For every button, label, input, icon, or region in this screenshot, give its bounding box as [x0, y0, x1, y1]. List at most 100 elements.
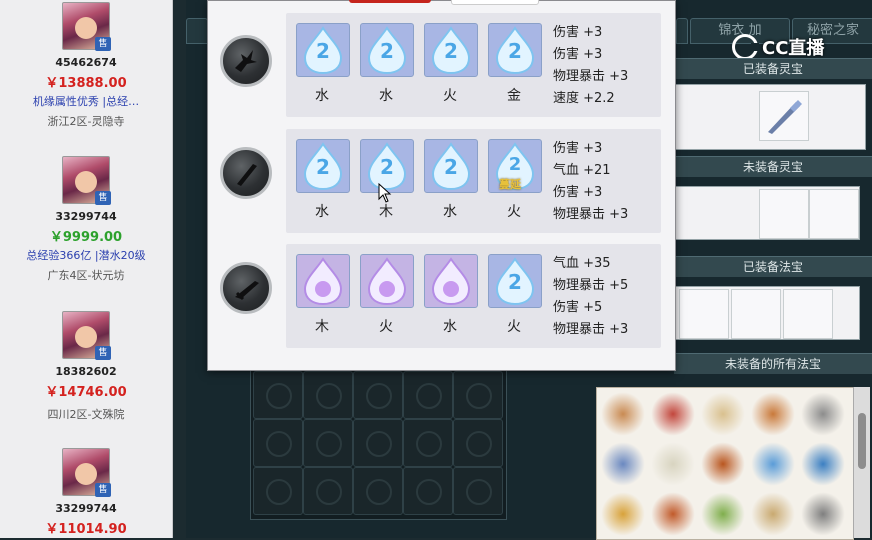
gem-stat: 气血 +35 [553, 256, 611, 271]
fabao-item-icon[interactable] [651, 392, 695, 436]
water-drop-gem-icon[interactable]: 2 蔓延 [488, 139, 542, 193]
character-avatar[interactable]: 售 [62, 311, 111, 360]
water-drop-gem-icon[interactable]: 2 [488, 254, 542, 308]
inventory-slot[interactable] [453, 419, 503, 467]
gem-element-label: 水 [315, 204, 329, 220]
fabao-slot[interactable] [783, 289, 833, 339]
svg-text:2: 2 [380, 39, 394, 63]
fabao-slot[interactable] [679, 289, 729, 339]
sale-tag: 售 [95, 37, 111, 51]
inventory-slot[interactable] [253, 467, 303, 515]
inventory-slot[interactable] [453, 467, 503, 515]
fabao-item-icon[interactable] [751, 392, 795, 436]
gem-element-label: 水 [443, 319, 457, 335]
fabao-item-icon[interactable] [601, 442, 645, 486]
listing-item[interactable]: 售 33299744 ￥11014.90 [0, 448, 172, 537]
water-drop-gem-icon[interactable]: 2 [360, 23, 414, 77]
listing-column: 售 45462674 ￥13888.00 机缘属性优秀 |总经… 浙江2区-灵隐… [0, 0, 173, 538]
lingbao-slot[interactable] [759, 91, 809, 141]
tab-left-edge[interactable] [186, 18, 208, 44]
inventory-slot[interactable] [403, 467, 453, 515]
purple-drop-gem-icon[interactable] [296, 254, 350, 308]
water-drop-gem-icon[interactable]: 2 [424, 139, 478, 193]
svg-text:2: 2 [444, 155, 458, 179]
lingbao-slot[interactable] [809, 189, 859, 239]
mouse-cursor-icon [378, 183, 392, 203]
lingbao-slot[interactable] [759, 189, 809, 239]
inventory-slot[interactable] [253, 419, 303, 467]
character-avatar[interactable]: 售 [62, 448, 111, 497]
sale-tag: 售 [95, 483, 111, 497]
inventory-slot[interactable] [353, 371, 403, 419]
gem-element-label: 金 [507, 88, 521, 104]
listing-item[interactable]: 售 18382602 ￥14746.00 四川2区-文殊院 [0, 311, 172, 422]
water-drop-gem-icon[interactable]: 2 [296, 139, 350, 193]
gem-element-label: 火 [507, 204, 521, 220]
dagger-icon[interactable] [220, 147, 272, 199]
listing-price: ￥13888.00 [45, 76, 127, 91]
listing-price: ￥11014.90 [45, 522, 127, 537]
inventory-slot[interactable] [453, 371, 503, 419]
character-avatar[interactable]: 售 [62, 156, 111, 205]
popup-red-button[interactable] [349, 0, 431, 3]
water-drop-gem-icon[interactable]: 2 [296, 23, 350, 77]
gem-panel: 2 水 2 木 2 水 2 蔓延 火 伤害 +3 气血 +21 伤害 +3 物理… [286, 129, 661, 233]
inventory-slot[interactable] [353, 467, 403, 515]
sword-icon[interactable] [220, 262, 272, 314]
inventory-slot[interactable] [253, 371, 303, 419]
fabao-item-icon[interactable] [701, 392, 745, 436]
logo-text: CC直播 [762, 38, 825, 59]
fabao-slot[interactable] [731, 289, 781, 339]
inventory-slot[interactable] [303, 371, 353, 419]
fabao-item-icon[interactable] [651, 492, 695, 536]
character-avatar[interactable]: 售 [62, 2, 111, 51]
inventory-slot[interactable] [403, 419, 453, 467]
listing-item[interactable]: 售 33299744 ￥9999.00 总经验366亿 |潜水20级 广东4区-… [0, 156, 172, 283]
gem-stat: 伤害 +3 [553, 47, 603, 62]
gem-element-label: 水 [315, 88, 329, 104]
listing-desc[interactable]: 机缘属性优秀 |总经… [0, 93, 172, 109]
gem-stat: 物理暴击 +5 [553, 278, 629, 293]
svg-text:2: 2 [316, 39, 330, 63]
purple-drop-gem-icon[interactable] [360, 254, 414, 308]
sale-tag: 售 [95, 346, 111, 360]
listing-desc[interactable]: 总经验366亿 |潜水20级 [0, 247, 172, 263]
fabao-item-icon[interactable] [801, 392, 845, 436]
inventory-slot[interactable] [303, 467, 353, 515]
water-drop-gem-icon[interactable]: 2 [488, 23, 542, 77]
fabao-item-icon[interactable] [751, 442, 795, 486]
inventory-slot[interactable] [403, 371, 453, 419]
water-drop-gem-icon[interactable]: 2 [424, 23, 478, 77]
gem-panel: 2 水 2 水 2 火 2 金 伤害 +3 伤害 +3 物理暴击 +3 速度 +… [286, 13, 661, 117]
inventory-grid [250, 368, 507, 520]
gem-set-row: 2 水 2 水 2 火 2 金 伤害 +3 伤害 +3 物理暴击 +3 速度 +… [208, 13, 675, 119]
fabao-item-icon[interactable] [601, 492, 645, 536]
section-all-unequipped-fabao: 未装备的所有法宝 [674, 353, 872, 374]
inventory-slot[interactable] [303, 419, 353, 467]
gem-stat: 气血 +21 [553, 163, 611, 178]
fabao-item-icon[interactable] [801, 442, 845, 486]
fabao-item-icon[interactable] [701, 442, 745, 486]
gem-element-label: 火 [443, 88, 457, 104]
gem-set-row: 木 火 水 2 火 气血 +35 物理暴击 +5 伤害 +5 物理暴击 +3 [208, 244, 675, 350]
scrollbar-thumb[interactable] [858, 413, 866, 469]
gem-element-label: 木 [379, 204, 393, 220]
fabao-item-icon[interactable] [701, 492, 745, 536]
tab-edge[interactable] [676, 18, 688, 44]
listing-item[interactable]: 售 45462674 ￥13888.00 机缘属性优秀 |总经… 浙江2区-灵隐… [0, 2, 172, 129]
equipped-fabao-panel [674, 286, 860, 340]
sword-item-icon [768, 100, 802, 134]
popup-white-button[interactable] [451, 0, 539, 5]
inventory-slot[interactable] [353, 419, 403, 467]
purple-drop-gem-icon[interactable] [424, 254, 478, 308]
fabao-item-icon[interactable] [601, 392, 645, 436]
fabao-item-icon[interactable] [651, 442, 695, 486]
svg-text:2: 2 [509, 154, 522, 175]
fabao-item-icon[interactable] [801, 492, 845, 536]
gem-element-label: 火 [379, 319, 393, 335]
fabao-item-icon[interactable] [751, 492, 795, 536]
bird-claw-icon[interactable] [220, 35, 272, 87]
gem-badge: 蔓延 [499, 178, 521, 191]
fabao-scrollbar[interactable] [853, 387, 870, 538]
gem-set-row: 2 水 2 木 2 水 2 蔓延 火 伤害 +3 气血 +21 伤害 +3 物理… [208, 129, 675, 235]
